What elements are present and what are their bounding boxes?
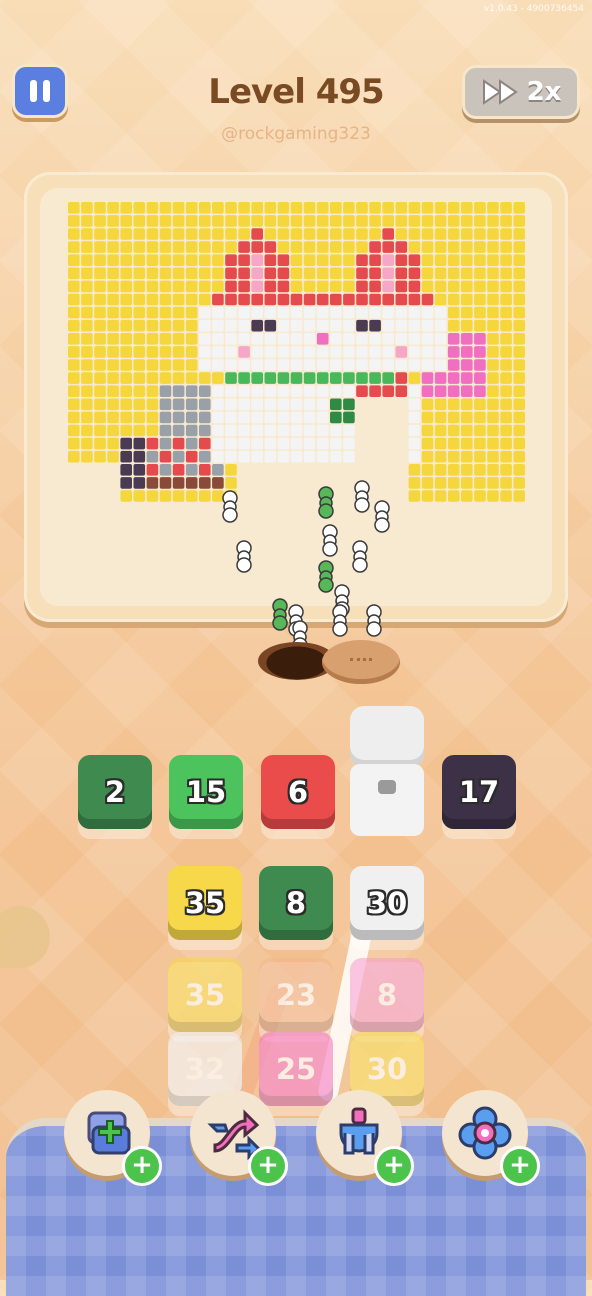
tile-count: 35 [184,978,226,1012]
ant [236,540,252,573]
tile-count: 23 [275,978,317,1012]
add-plus-icon: + [500,1146,540,1186]
color-tile[interactable]: 35 [168,866,242,940]
leaf-decoration [0,906,50,968]
ant [332,604,348,637]
ant [272,598,288,631]
color-tile[interactable]: 2 [78,755,152,829]
tile-count: 17 [458,775,500,809]
color-tile: 8 [350,958,424,1032]
ant [354,480,370,513]
color-tile[interactable]: 8 [259,866,333,940]
ant [322,524,338,557]
tile-count: 25 [275,1052,317,1086]
tile-count: 2 [104,775,126,809]
ant [318,560,334,593]
color-tile: 23 [259,958,333,1032]
ant-swarm [222,480,390,653]
hole-lid [322,640,400,684]
tile-count: 8 [285,886,307,920]
tile-count: 30 [366,886,408,920]
white-robot-collector[interactable] [350,706,424,836]
color-tile[interactable]: 17 [442,755,516,829]
color-tile: 35 [168,958,242,1032]
booster-add-slot[interactable]: + [64,1090,162,1186]
tile-count: 15 [185,775,227,809]
color-tile[interactable]: 6 [261,755,335,829]
booster-magnet[interactable]: + [316,1090,414,1186]
color-tile: 25 [259,1032,333,1106]
tile-count: 8 [376,978,398,1012]
add-plus-icon: + [248,1146,288,1186]
tile-count: 6 [287,775,309,809]
ant [366,604,382,637]
ant [352,540,368,573]
add-plus-icon: + [374,1146,414,1186]
ant [222,490,238,523]
color-tile[interactable]: 15 [169,755,243,829]
color-tile[interactable]: 30 [350,866,424,940]
tile-count: 32 [184,1052,226,1086]
tile-count: 30 [366,1052,408,1086]
ant [318,486,334,519]
tile-count: 35 [184,886,226,920]
booster-shuffle[interactable]: + [190,1090,288,1186]
booster-flower[interactable]: + [442,1090,540,1186]
ant [374,500,390,533]
add-plus-icon: + [122,1146,162,1186]
